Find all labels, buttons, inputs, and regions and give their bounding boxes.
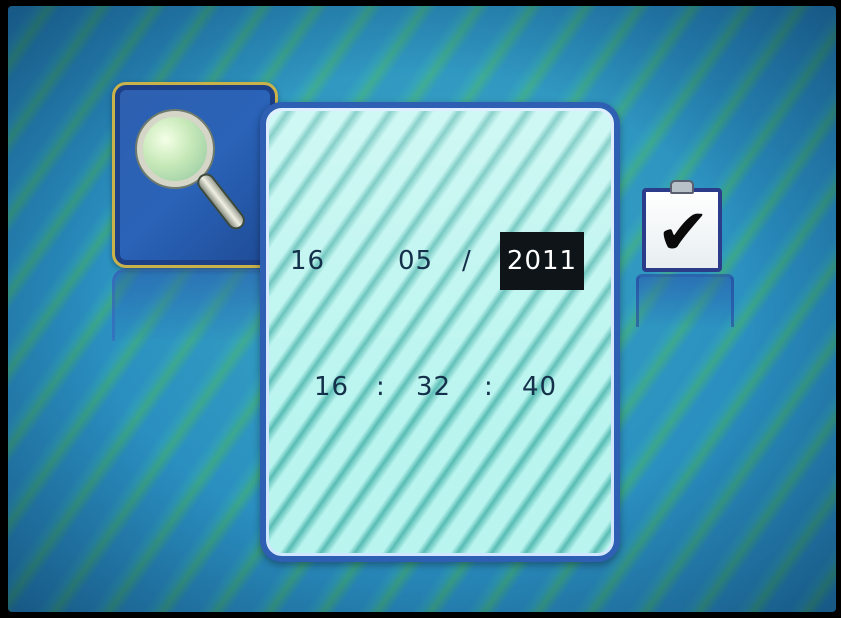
search-tile-reflection: [112, 268, 278, 341]
time-second-field[interactable]: 40: [522, 372, 557, 402]
clipboard-clip: [670, 180, 694, 194]
magnifying-glass-handle: [196, 172, 246, 231]
time-minute-field[interactable]: 32: [416, 372, 451, 402]
tv-screen: 16 05 / 2011 16 : 32 : 40 ✔: [8, 6, 836, 612]
date-separator: /: [462, 246, 472, 276]
confirm-reflection: [636, 274, 734, 327]
datetime-panel: 16 05 / 2011 16 : 32 : 40: [260, 102, 620, 562]
date-year-field-selected[interactable]: 2011: [500, 232, 584, 290]
time-separator-1: :: [376, 372, 386, 402]
time-hour-field[interactable]: 16: [314, 372, 349, 402]
panel-sheen: [266, 108, 614, 556]
confirm-button[interactable]: ✔: [636, 180, 728, 272]
date-day-field[interactable]: 16: [290, 246, 325, 276]
time-separator-2: :: [484, 372, 494, 402]
date-month-field[interactable]: 05: [398, 246, 433, 276]
search-tile[interactable]: [112, 82, 278, 268]
check-icon: ✔: [656, 196, 710, 270]
